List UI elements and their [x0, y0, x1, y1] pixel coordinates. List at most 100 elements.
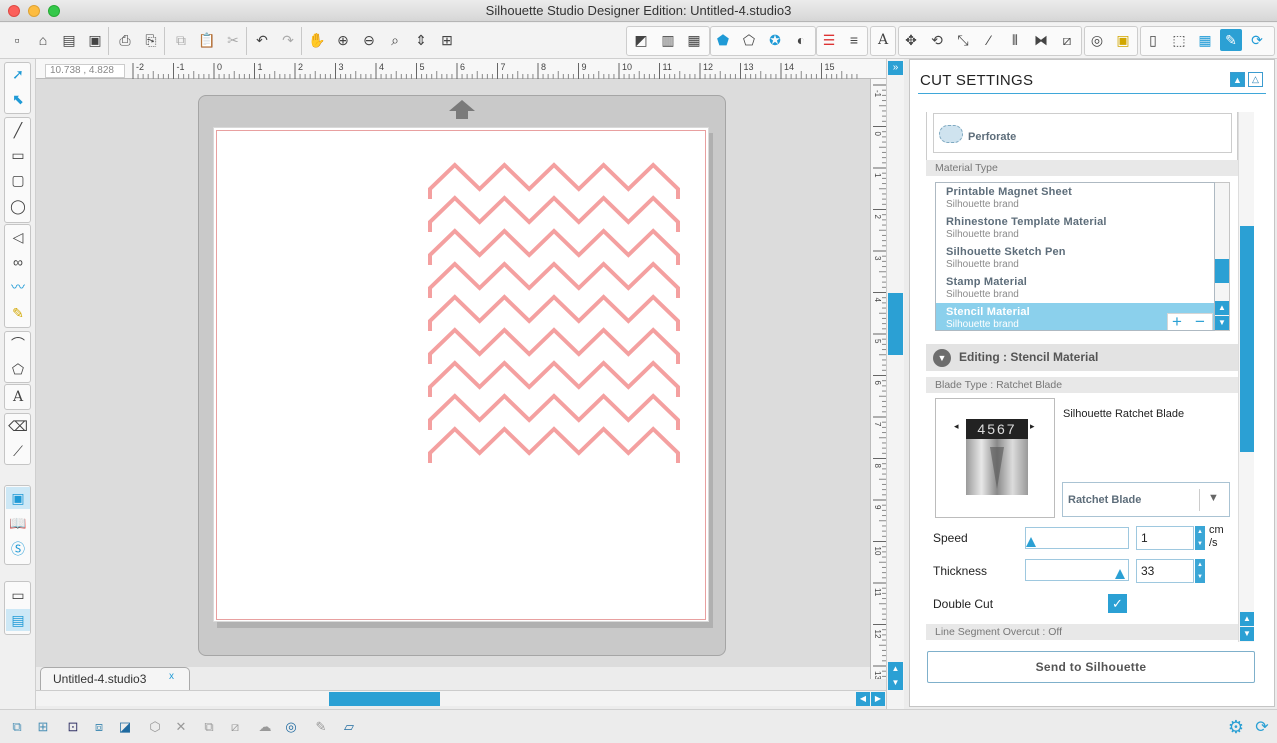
panel-detach-icon[interactable]: △	[1248, 72, 1263, 87]
single-view-icon[interactable]: ▭	[6, 584, 30, 606]
offset-icon[interactable]: ◐	[790, 29, 812, 51]
document-tab-close-icon[interactable]: x	[169, 671, 174, 682]
gradient-icon[interactable]: ▥	[657, 29, 679, 51]
bring-to-front-icon[interactable]: ◪	[114, 716, 136, 738]
line-segment-overcut-header[interactable]: Line Segment Overcut : Off	[926, 624, 1238, 640]
speed-input[interactable]: 1	[1136, 526, 1194, 550]
rotate-icon[interactable]: ⟲	[926, 29, 948, 51]
cut-scissors-icon[interactable]: ✂	[222, 29, 244, 51]
knife-tool-icon[interactable]: ⟋	[6, 440, 30, 462]
edit-pen-icon[interactable]: ✎	[310, 716, 332, 738]
thickness-input[interactable]: 33	[1136, 559, 1194, 583]
select-arrow-icon[interactable]: ➚	[6, 63, 30, 85]
chevron-design[interactable]	[420, 155, 690, 475]
delete-icon[interactable]: ✕	[170, 716, 192, 738]
layers-icon[interactable]: ▱	[338, 716, 360, 738]
offset-cloud-icon[interactable]: ☁	[254, 716, 276, 738]
edit-points-icon[interactable]: ⬉	[6, 88, 30, 110]
polygon-tool-icon[interactable]: ◁	[6, 226, 30, 248]
material-list[interactable]: Printable Magnet Sheet Silhouette brand …	[935, 182, 1215, 331]
release-compound-icon[interactable]: ⧈	[88, 716, 110, 738]
list-item[interactable]: Printable Magnet Sheet Silhouette brand	[936, 183, 1214, 213]
thickness-stepper-icon[interactable]: ▲ ▼	[1195, 559, 1205, 583]
material-list-scrollbar[interactable]: ▲ ▼	[1215, 182, 1230, 331]
material-list-scroll-thumb[interactable]	[1215, 259, 1229, 283]
scroll-up-arrow-icon[interactable]: ▲	[888, 662, 903, 676]
dial-right-arrow-icon[interactable]: ▸	[1030, 421, 1035, 432]
save-library-icon[interactable]: ▣	[84, 29, 106, 51]
pan-hand-icon[interactable]: ✋	[306, 29, 328, 51]
modify-icon[interactable]: ⧓	[1030, 29, 1052, 51]
mirror-icon[interactable]: ⧄	[224, 716, 246, 738]
list-scroll-down-icon[interactable]: ▼	[1215, 316, 1229, 330]
document-tab[interactable]: Untitled-4.studio3 x	[40, 667, 190, 690]
thickness-slider-thumb[interactable]	[1115, 569, 1126, 579]
send-to-silhouette-icon[interactable]: ⟳	[1246, 29, 1268, 51]
scale-icon[interactable]: ⤡	[952, 29, 974, 51]
add-material-icon[interactable]: +	[1172, 312, 1182, 330]
send-to-silhouette-button[interactable]: Send to Silhouette	[927, 651, 1255, 683]
trace-icon[interactable]: ◎	[1086, 29, 1108, 51]
duplicate-icon[interactable]: ⧉	[198, 716, 220, 738]
library-icon[interactable]: 📖	[6, 512, 30, 534]
zoom-out-icon[interactable]: ⊖	[358, 29, 380, 51]
text-tool-icon[interactable]: A	[6, 386, 30, 408]
list-scroll-up-icon[interactable]: ▲	[1215, 301, 1229, 315]
grid-icon[interactable]: ▦	[1194, 29, 1216, 51]
line-color-bars-icon[interactable]: ☰	[818, 29, 840, 51]
chevron-down-icon[interactable]: ▼	[1208, 492, 1219, 504]
weld-icon[interactable]: ⬡	[144, 716, 166, 738]
cut-settings-icon[interactable]: ✎	[1220, 29, 1242, 51]
replicate-icon[interactable]: ⫴	[1004, 29, 1026, 51]
redo-icon[interactable]: ↷	[277, 29, 299, 51]
zoom-fit-icon[interactable]: ⊞	[436, 29, 458, 51]
canvas-horizontal-scrollbar[interactable]: ◀ ▶	[36, 690, 886, 706]
list-item[interactable]: Stamp Material Silhouette brand	[936, 273, 1214, 303]
speed-stepper-icon[interactable]: ▲ ▼	[1195, 526, 1205, 550]
scroll-down-arrow-icon[interactable]: ▼	[888, 676, 903, 690]
copy-icon[interactable]: ⧉	[170, 29, 192, 51]
list-item[interactable]: Rhinestone Template Material Silhouette …	[936, 213, 1214, 243]
rectangle-tool-icon[interactable]: ▭	[6, 144, 30, 166]
panel-collapse-up-icon[interactable]: ▲	[1230, 72, 1245, 87]
line-width-icon[interactable]: ≡	[843, 29, 865, 51]
rounded-rectangle-tool-icon[interactable]: ▢	[6, 169, 30, 191]
vertical-scroll-thumb[interactable]	[888, 293, 903, 355]
editing-section-header[interactable]: ▼ Editing : Stencil Material	[926, 344, 1238, 371]
line-color-icon[interactable]: ⬟	[712, 29, 734, 51]
blade-type-select[interactable]: Ratchet Blade ▼	[1062, 482, 1230, 517]
list-item[interactable]: Silhouette Sketch Pen Silhouette brand	[936, 243, 1214, 273]
panel-scroll-down-icon[interactable]: ▼	[1240, 627, 1254, 641]
speed-slider[interactable]	[1025, 527, 1129, 549]
paste-icon[interactable]: 📋	[196, 29, 218, 51]
zoom-select-icon[interactable]: ⌕	[384, 29, 406, 51]
page-setup-icon[interactable]: ▯	[1142, 29, 1164, 51]
freehand-tool-icon[interactable]: 〰	[6, 276, 30, 298]
target-icon[interactable]: ◎	[280, 716, 302, 738]
scroll-left-arrow-icon[interactable]: ◀	[856, 692, 870, 706]
fill-pattern-icon[interactable]: ▦	[683, 29, 705, 51]
eraser-tool-icon[interactable]: ⌫	[6, 415, 30, 437]
remove-material-icon[interactable]: −	[1195, 312, 1205, 330]
zoom-in-icon[interactable]: ⊕	[332, 29, 354, 51]
regular-polygon-tool-icon[interactable]: ⬠	[6, 358, 30, 380]
settings-gear-icon[interactable]: ⚙	[1225, 716, 1247, 738]
print-icon[interactable]: ⎙	[114, 29, 136, 51]
design-page-icon[interactable]: ▣	[6, 487, 30, 509]
panel-scrollbar[interactable]: ▲ ▼	[1238, 112, 1254, 642]
print-and-cut-icon[interactable]: ▣	[1112, 29, 1134, 51]
silhouette-store-icon[interactable]: Ⓢ	[6, 538, 30, 560]
horizontal-scroll-thumb[interactable]	[329, 692, 440, 706]
line-style-icon[interactable]: ⬠	[738, 29, 760, 51]
line-tool-icon[interactable]: ╱	[6, 119, 30, 141]
knife-icon[interactable]: ⧄	[1056, 29, 1078, 51]
double-cut-checkbox[interactable]: ✓	[1108, 594, 1127, 613]
undo-icon[interactable]: ↶	[251, 29, 273, 51]
new-file-icon[interactable]: ▫	[6, 29, 28, 51]
ellipse-tool-icon[interactable]: ◯	[6, 195, 30, 217]
split-view-icon[interactable]: ▤	[6, 609, 30, 631]
expand-panel-icon[interactable]: »	[888, 61, 903, 75]
perforate-option[interactable]: Perforate	[933, 113, 1232, 153]
thickness-slider[interactable]	[1025, 559, 1129, 581]
print-cut-icon[interactable]: ⎘	[140, 29, 162, 51]
